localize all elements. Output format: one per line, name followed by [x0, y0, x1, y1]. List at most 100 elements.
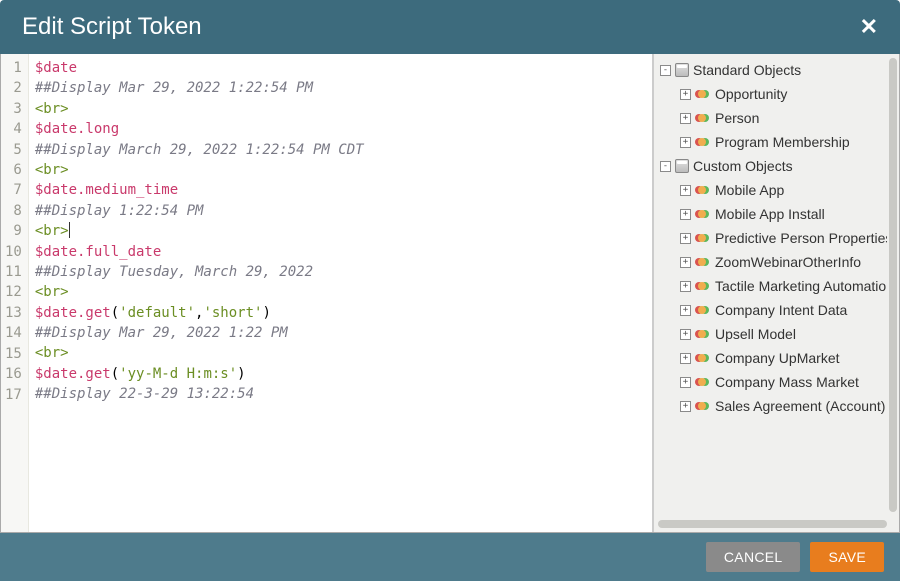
tree-horizontal-scrollbar[interactable]: [658, 520, 887, 528]
expand-icon[interactable]: +: [680, 377, 691, 388]
object-icon: [695, 208, 711, 220]
expand-icon[interactable]: +: [680, 401, 691, 412]
tree-item[interactable]: + ZoomWebinarOtherInfo: [658, 250, 887, 274]
object-icon: [695, 304, 711, 316]
tree-item-label: Person: [715, 110, 759, 126]
code-line[interactable]: $date.long: [35, 119, 646, 139]
code-line[interactable]: <br>: [35, 221, 646, 241]
tree-item[interactable]: + Mobile App: [658, 178, 887, 202]
collapse-icon[interactable]: -: [660, 65, 671, 76]
line-number: 10: [5, 242, 22, 262]
object-icon: [695, 112, 711, 124]
tree-item[interactable]: + Company Mass Market: [658, 370, 887, 394]
tree-group-label: Standard Objects: [693, 62, 801, 78]
line-number: 12: [5, 282, 22, 302]
collapse-icon[interactable]: -: [660, 161, 671, 172]
tree-item-label: Tactile Marketing Automation: [715, 278, 887, 294]
text-caret: [69, 222, 70, 238]
tree-item[interactable]: + Mobile App Install: [658, 202, 887, 226]
cancel-button[interactable]: CANCEL: [706, 542, 801, 572]
line-number: 13: [5, 303, 22, 323]
tree-item-label: Program Membership: [715, 134, 850, 150]
code-line[interactable]: ##Display Mar 29, 2022 1:22 PM: [35, 323, 646, 343]
object-tree[interactable]: -Standard Objects+Opportunity+Person+Pro…: [658, 58, 887, 528]
code-line[interactable]: ##Display Tuesday, March 29, 2022: [35, 262, 646, 282]
code-line[interactable]: $date.get('default','short'): [35, 303, 646, 323]
code-line[interactable]: $date.get('yy-M-d H:m:s'): [35, 364, 646, 384]
tree-vertical-scrollbar[interactable]: [889, 58, 897, 512]
tree-item[interactable]: + Sales Agreement (Account): [658, 394, 887, 418]
object-icon: [695, 256, 711, 268]
code-line[interactable]: <br>: [35, 343, 646, 363]
expand-icon[interactable]: +: [680, 305, 691, 316]
line-number: 14: [5, 323, 22, 343]
tree-group[interactable]: - Custom Objects: [658, 154, 887, 178]
code-line[interactable]: <br>: [35, 99, 646, 119]
code-line[interactable]: <br>: [35, 160, 646, 180]
code-line[interactable]: $date.medium_time: [35, 180, 646, 200]
line-number: 5: [5, 140, 22, 160]
expand-icon[interactable]: +: [680, 281, 691, 292]
tree-item-label: Mobile App Install: [715, 206, 825, 222]
tree-item[interactable]: + Person: [658, 106, 887, 130]
object-tree-pane: -Standard Objects+Opportunity+Person+Pro…: [653, 54, 899, 532]
code-line[interactable]: $date: [35, 58, 646, 78]
line-number: 7: [5, 180, 22, 200]
expand-icon[interactable]: +: [680, 185, 691, 196]
tree-item[interactable]: +Company UpMarket: [658, 346, 887, 370]
code-line[interactable]: $date.full_date: [35, 242, 646, 262]
database-icon: [675, 159, 689, 173]
expand-icon[interactable]: +: [680, 209, 691, 220]
tree-group-label: Custom Objects: [693, 158, 793, 174]
line-number: 8: [5, 201, 22, 221]
code-line[interactable]: ##Display March 29, 2022 1:22:54 PM CDT: [35, 140, 646, 160]
expand-icon[interactable]: +: [680, 89, 691, 100]
tree-group[interactable]: - Standard Objects: [658, 58, 887, 82]
object-icon: [695, 232, 711, 244]
tree-item-label: Company Intent Data: [715, 302, 847, 318]
line-number: 11: [5, 262, 22, 282]
line-number: 1: [5, 58, 22, 78]
tree-item-label: Mobile App: [715, 182, 784, 198]
dialog-body: 1234567891011121314151617 $date##Display…: [0, 54, 900, 533]
line-number: 16: [5, 364, 22, 384]
close-icon[interactable]: ✕: [860, 14, 878, 40]
expand-icon[interactable]: +: [680, 233, 691, 244]
line-number: 9: [5, 221, 22, 241]
code-line[interactable]: ##Display 22-3-29 13:22:54: [35, 384, 646, 404]
tree-item[interactable]: + Upsell Model: [658, 322, 887, 346]
line-number: 15: [5, 344, 22, 364]
code-line[interactable]: ##Display 1:22:54 PM: [35, 201, 646, 221]
line-number: 6: [5, 160, 22, 180]
tree-item-label: Upsell Model: [715, 326, 796, 342]
tree-item[interactable]: + Company Intent Data: [658, 298, 887, 322]
code-line[interactable]: ##Display Mar 29, 2022 1:22:54 PM: [35, 78, 646, 98]
object-icon: [695, 352, 711, 364]
line-number: 3: [5, 99, 22, 119]
expand-icon[interactable]: +: [680, 257, 691, 268]
code-content[interactable]: $date##Display Mar 29, 2022 1:22:54 PM<b…: [29, 54, 652, 532]
expand-icon[interactable]: +: [680, 329, 691, 340]
dialog-titlebar: Edit Script Token ✕: [0, 0, 900, 54]
tree-item[interactable]: + Tactile Marketing Automation: [658, 274, 887, 298]
tree-item-label: Company Mass Market: [715, 374, 859, 390]
object-icon: [695, 328, 711, 340]
tree-item[interactable]: + Program Membership: [658, 130, 887, 154]
expand-icon[interactable]: +: [680, 137, 691, 148]
line-number: 17: [5, 385, 22, 405]
dialog-title: Edit Script Token: [22, 13, 202, 41]
code-line[interactable]: <br>: [35, 282, 646, 302]
save-button[interactable]: SAVE: [810, 542, 884, 572]
object-icon: [695, 88, 711, 100]
tree-item[interactable]: +Predictive Person Properties: [658, 226, 887, 250]
tree-item-label: Sales Agreement (Account): [715, 398, 885, 414]
code-editor[interactable]: 1234567891011121314151617 $date##Display…: [1, 54, 653, 532]
edit-script-token-dialog: Edit Script Token ✕ 12345678910111213141…: [0, 0, 900, 581]
object-icon: [695, 400, 711, 412]
tree-item[interactable]: +Opportunity: [658, 82, 887, 106]
dialog-footer: CANCEL SAVE: [0, 533, 900, 581]
tree-item-label: ZoomWebinarOtherInfo: [715, 254, 861, 270]
expand-icon[interactable]: +: [680, 353, 691, 364]
object-icon: [695, 280, 711, 292]
expand-icon[interactable]: +: [680, 113, 691, 124]
